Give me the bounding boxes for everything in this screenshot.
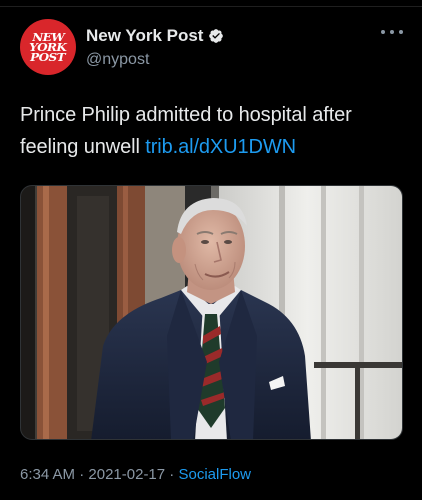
tweet-text: Prince Philip admitted to hospital after… — [20, 99, 410, 163]
tweet-meta: 6:34 AM · 2021-02-17 · SocialFlow — [20, 465, 251, 485]
tweet-link[interactable]: trib.al/dXU1DWN — [145, 136, 296, 158]
meta-separator: · — [75, 466, 89, 483]
user-info: New York Post @nypost — [86, 26, 224, 70]
tweet-date[interactable]: 2021-02-17 — [88, 466, 165, 483]
top-divider — [0, 6, 422, 7]
avatar[interactable]: NEW YORK POST — [20, 19, 76, 75]
tweet-source[interactable]: SocialFlow — [178, 466, 251, 483]
more-dot — [390, 30, 394, 34]
tweet-time[interactable]: 6:34 AM — [20, 466, 75, 483]
user-handle[interactable]: @nypost — [86, 50, 224, 70]
display-name[interactable]: New York Post — [86, 26, 203, 46]
more-options-icon[interactable] — [381, 26, 403, 38]
display-name-row[interactable]: New York Post — [86, 26, 224, 46]
meta-separator: · — [165, 466, 179, 483]
tweet-detail: NEW YORK POST New York Post @nypost Prin… — [0, 0, 422, 500]
photo-illustration — [21, 186, 402, 439]
tweet-photo[interactable] — [20, 185, 403, 440]
more-dot — [399, 30, 403, 34]
avatar-logo-line: POST — [30, 50, 66, 64]
more-dot — [381, 30, 385, 34]
verified-badge-icon — [209, 29, 224, 43]
